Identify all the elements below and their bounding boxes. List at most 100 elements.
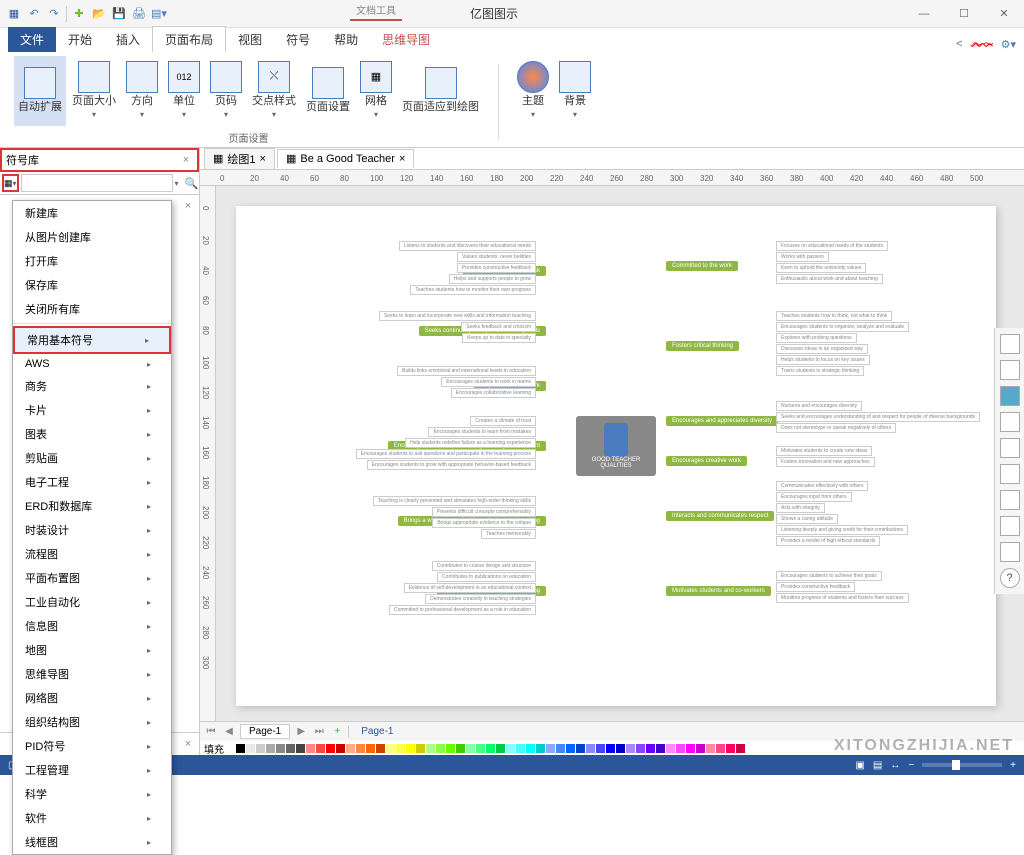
menu-item-category[interactable]: 网络图▸ xyxy=(13,686,171,710)
mindmap-leaf-node[interactable]: Contributes to publications on education xyxy=(437,572,536,582)
view-mode-icon-1[interactable]: ▣ xyxy=(855,760,864,771)
auto-extend-button[interactable]: 自动扩展 xyxy=(14,56,66,126)
mindmap-leaf-node[interactable]: Encourages students to organize, analyze… xyxy=(776,322,909,332)
search-icon[interactable]: 🔍 xyxy=(181,177,203,190)
view-mode-icon-2[interactable]: ▤ xyxy=(873,760,882,771)
close-tab-icon[interactable]: × xyxy=(260,153,266,165)
file-tab[interactable]: 文件 xyxy=(8,27,56,52)
color-swatch[interactable] xyxy=(666,744,675,753)
menu-item-category[interactable]: 时装设计▸ xyxy=(13,518,171,542)
menu-item-category[interactable]: 软件▸ xyxy=(13,806,171,830)
mindmap-leaf-node[interactable]: Help students redefine failure as a lear… xyxy=(405,438,536,448)
tab-page-layout[interactable]: 页面布局 xyxy=(152,26,226,52)
menu-item-category[interactable]: 卡片▸ xyxy=(13,398,171,422)
mindmap-leaf-node[interactable]: Listens to students and discovers their … xyxy=(399,241,536,251)
menu-item-category[interactable]: 思维导图▸ xyxy=(13,662,171,686)
color-swatch[interactable] xyxy=(426,744,435,753)
page-num-button[interactable]: 页码▾ xyxy=(206,56,246,126)
color-swatch[interactable] xyxy=(386,744,395,753)
color-swatch[interactable] xyxy=(396,744,405,753)
color-swatch[interactable] xyxy=(536,744,545,753)
page-size-button[interactable]: 页面大小▾ xyxy=(68,56,120,126)
page-last-icon[interactable]: ⏭ xyxy=(312,725,326,739)
menu-item-from_img[interactable]: 从图片创建库 xyxy=(13,225,171,249)
menu-item-category[interactable]: ERD和数据库▸ xyxy=(13,494,171,518)
globe-icon[interactable] xyxy=(1000,490,1020,510)
mindmap-leaf-node[interactable]: Encourages students to ask questions and… xyxy=(356,449,536,459)
page-tab-1[interactable]: Page-1 xyxy=(240,724,290,739)
color-swatch[interactable] xyxy=(486,744,495,753)
theme-button[interactable]: 主题▾ xyxy=(513,56,553,126)
page-first-icon[interactable]: ⏮ xyxy=(204,725,218,739)
mindmap-leaf-node[interactable]: Communicates effectively with others xyxy=(776,481,868,491)
unit-button[interactable]: 012 单位▾ xyxy=(164,56,204,126)
color-swatch[interactable] xyxy=(446,744,455,753)
page-tab-2[interactable]: Page-1 xyxy=(353,725,401,738)
panel-close-icon[interactable]: × xyxy=(179,153,193,167)
doc-tab-2[interactable]: ▦ Be a Good Teacher × xyxy=(277,149,414,168)
mindmap-leaf-node[interactable]: Builds links emotional and international… xyxy=(397,366,536,376)
user-signature[interactable]: ～～ xyxy=(971,36,993,52)
export-icon[interactable]: ▤▾ xyxy=(151,6,167,22)
share-icon[interactable]: < xyxy=(956,38,962,50)
mindmap-leaf-node[interactable]: Creates a climate of trust xyxy=(470,416,536,426)
color-swatch[interactable] xyxy=(656,744,665,753)
color-swatch[interactable] xyxy=(706,744,715,753)
mindmap-leaf-node[interactable]: Committed to professional development as… xyxy=(389,605,536,615)
mindmap-leaf-node[interactable]: Encourages students to grow with appropr… xyxy=(367,460,536,470)
menu-item-category[interactable]: 工程管理▸ xyxy=(13,758,171,782)
close-tab-icon[interactable]: × xyxy=(399,153,405,165)
mindmap-leaf-node[interactable]: Helps and supports people to grow xyxy=(449,274,536,284)
color-swatch[interactable] xyxy=(616,744,625,753)
color-swatch[interactable] xyxy=(286,744,295,753)
color-swatch[interactable] xyxy=(506,744,515,753)
redo-icon[interactable]: ↷ xyxy=(46,6,62,22)
mindmap-leaf-node[interactable]: Trains students in strategic thinking xyxy=(776,366,864,376)
mindmap-leaf-node[interactable]: Values students, never belittles xyxy=(457,252,536,262)
minimize-button[interactable]: — xyxy=(904,0,944,28)
mindmap-leaf-node[interactable]: Teaches memorably xyxy=(481,529,536,539)
color-swatch[interactable] xyxy=(526,744,535,753)
menu-item-category[interactable]: 流程图▸ xyxy=(13,542,171,566)
color-swatch[interactable] xyxy=(456,744,465,753)
color-swatch[interactable] xyxy=(246,744,255,753)
zoom-out-icon[interactable]: − xyxy=(908,760,914,771)
mindmap-leaf-node[interactable]: Monitors progress of students and foster… xyxy=(776,593,909,603)
color-swatch[interactable] xyxy=(236,744,245,753)
color-swatch[interactable] xyxy=(436,744,445,753)
mindmap-leaf-node[interactable]: Provides constructive feedback xyxy=(457,263,536,273)
color-swatch[interactable] xyxy=(356,744,365,753)
page-prev-icon[interactable]: ◀ xyxy=(222,725,236,739)
mindmap-leaf-node[interactable]: Acts with integrity xyxy=(776,503,825,513)
background-button[interactable]: 背景▾ xyxy=(555,56,595,126)
mindmap-leaf-node[interactable]: Shows a caring attitude xyxy=(776,514,838,524)
mindmap-leaf-node[interactable]: Nurtures and encourages diversity xyxy=(776,401,862,411)
color-swatch[interactable] xyxy=(276,744,285,753)
mindmap-leaf-node[interactable]: Helps students to focus on key issues xyxy=(776,355,870,365)
settings-gear-icon[interactable]: ⚙▾ xyxy=(1001,38,1016,51)
mindmap-leaf-node[interactable]: Fosters innovation and new approaches xyxy=(776,457,875,467)
mindmap-leaf-node[interactable]: Seeks and encourages understanding of an… xyxy=(776,412,980,422)
tab-insert[interactable]: 插入 xyxy=(104,27,152,52)
mindmap-leaf-node[interactable]: Encourages students to learn from mistak… xyxy=(428,427,536,437)
mindmap-leaf-node[interactable]: Enthusiastic about work and about teachi… xyxy=(776,274,883,284)
mindmap-leaf-node[interactable]: Discusses ideas in an organized way xyxy=(776,344,868,354)
color-swatch[interactable] xyxy=(226,744,235,753)
color-swatch[interactable] xyxy=(326,744,335,753)
format-icon[interactable] xyxy=(1000,334,1020,354)
tab-symbol[interactable]: 符号 xyxy=(274,27,322,52)
tab-view[interactable]: 视图 xyxy=(226,27,274,52)
color-swatch[interactable] xyxy=(516,744,525,753)
menu-item-close_all[interactable]: 关闭所有库 xyxy=(13,297,171,321)
menu-item-category[interactable]: 地图▸ xyxy=(13,638,171,662)
menu-item-category[interactable]: AWS▸ xyxy=(13,354,171,374)
menu-item-category[interactable]: 科学▸ xyxy=(13,782,171,806)
undo-icon[interactable]: ↶ xyxy=(26,6,42,22)
tab-mindmap[interactable]: 思维导图 xyxy=(370,27,442,52)
style-icon[interactable] xyxy=(1000,360,1020,380)
color-swatch[interactable] xyxy=(736,744,745,753)
page[interactable]: GOOD TEACHER QUALITIES Provides positive… xyxy=(236,206,996,706)
color-swatch[interactable] xyxy=(476,744,485,753)
search-dropdown-icon[interactable]: ▾ xyxy=(175,179,179,188)
menu-item-open_lib[interactable]: 打开库 xyxy=(13,249,171,273)
